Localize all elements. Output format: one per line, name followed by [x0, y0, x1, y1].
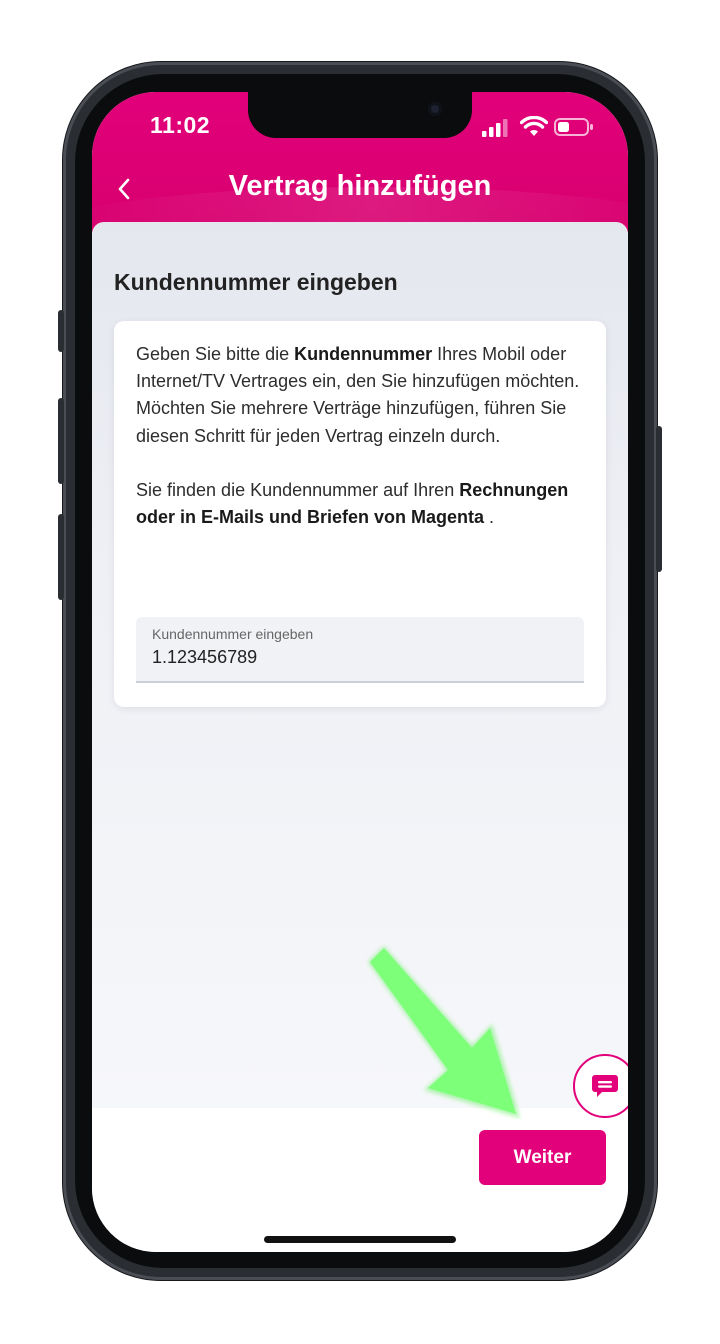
info-card: Geben Sie bitte die Kundennummer Ihres M… — [114, 321, 606, 707]
status-time: 11:02 — [150, 112, 211, 138]
volume-down-button — [58, 514, 64, 600]
info-text-p1-bold: Kundennummer — [294, 344, 433, 364]
customer-number-value[interactable]: 1.123456789 — [152, 647, 257, 668]
info-text-p3-suffix: . — [484, 507, 495, 528]
info-text-p3-prefix: Sie finden die Kundennummer auf Ihren — [136, 480, 460, 501]
info-text: Geben Sie bitte die Kundennummer Ihres M… — [136, 341, 596, 531]
bottom-bar: Weiter — [92, 1108, 628, 1252]
chat-button[interactable] — [573, 1054, 628, 1118]
customer-number-label: Kundennummer eingeben — [152, 626, 314, 642]
wifi-icon — [520, 116, 548, 136]
front-camera — [428, 102, 442, 116]
info-text-p2: Möchten Sie mehrere Verträge hinzufügen,… — [136, 398, 567, 446]
next-button[interactable]: Weiter — [479, 1130, 606, 1185]
power-button — [656, 426, 662, 572]
volume-up-button — [58, 398, 64, 484]
section-title: Kundennummer eingeben — [114, 269, 398, 295]
home-indicator — [264, 1236, 456, 1243]
mute-switch — [58, 310, 64, 352]
app-header: 11:02 Vertrag hinzufügen — [92, 92, 628, 232]
status-icons — [482, 116, 594, 138]
cellular-signal-icon — [482, 119, 508, 137]
annotation-arrow-icon — [368, 946, 520, 1118]
customer-number-field[interactable]: Kundennummer eingeben 1.123456789 — [136, 617, 584, 683]
chat-bubble-icon — [592, 1075, 618, 1097]
battery-icon — [554, 118, 593, 136]
info-text-p1-prefix: Geben Sie bitte die — [136, 344, 295, 364]
page-title: Vertrag hinzufügen — [228, 170, 492, 202]
dynamic-notch — [248, 92, 472, 138]
